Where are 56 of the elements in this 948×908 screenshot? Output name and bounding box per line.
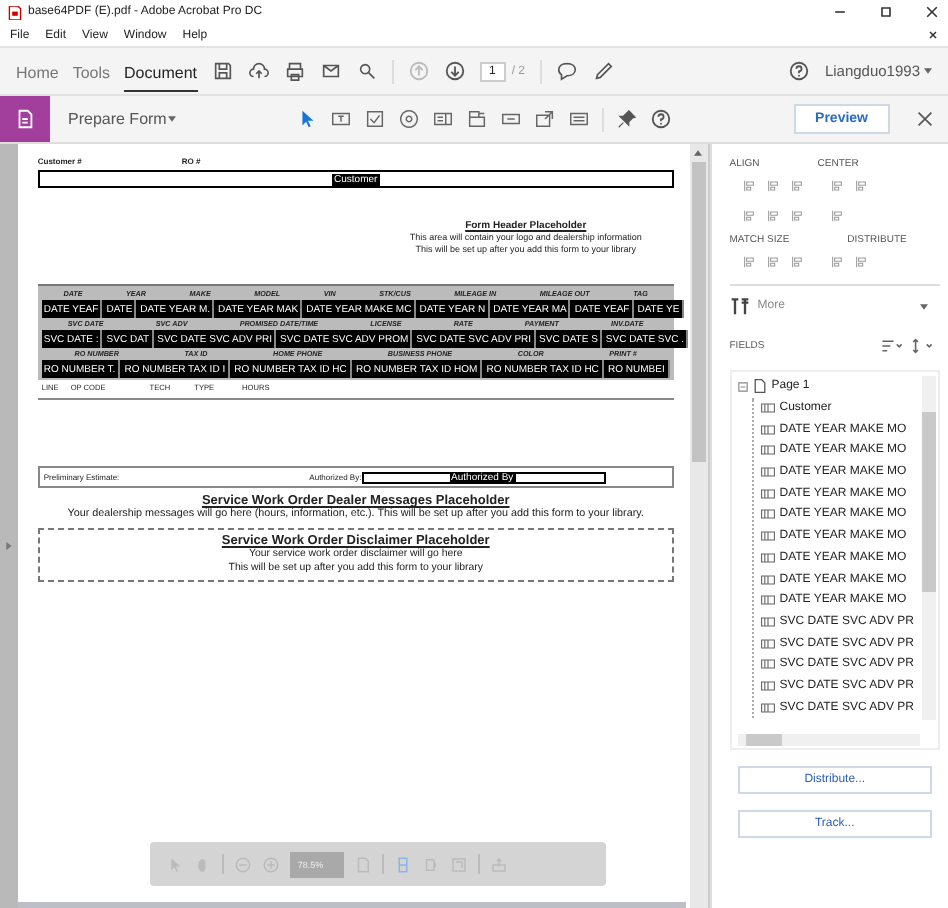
field-icon — [759, 485, 776, 502]
signature-field-icon[interactable] — [568, 108, 591, 130]
pin-icon[interactable] — [616, 108, 639, 130]
image-field-icon[interactable] — [534, 108, 557, 130]
caret-icon[interactable] — [924, 68, 932, 74]
caret-icon[interactable] — [168, 116, 177, 122]
field-icon — [759, 635, 776, 652]
dropdown-field-icon[interactable] — [466, 108, 489, 130]
radio-button-icon[interactable] — [398, 108, 421, 130]
field-icon — [759, 656, 776, 673]
list-box-icon[interactable] — [432, 108, 455, 130]
save-icon[interactable] — [211, 60, 233, 82]
checkbox-icon[interactable] — [364, 108, 387, 130]
caret-icon[interactable] — [920, 303, 928, 309]
sort-icon[interactable] — [880, 338, 904, 354]
text-field-icon[interactable] — [330, 108, 353, 130]
close-icon[interactable] — [924, 4, 940, 20]
page-icon — [751, 378, 768, 395]
pen-icon[interactable] — [591, 60, 614, 82]
field-icon — [759, 592, 776, 609]
scrollbar[interactable] — [689, 144, 710, 908]
scrollbar[interactable] — [737, 734, 920, 746]
prepare-form-menu[interactable]: Prepare Form — [68, 110, 167, 128]
field-icon — [759, 442, 776, 459]
cursor-icon[interactable] — [296, 108, 319, 130]
field-icon — [759, 549, 776, 566]
field-icon — [759, 613, 776, 630]
tab[interactable]: Tools — [72, 51, 111, 91]
prepare-form-icon[interactable] — [0, 96, 50, 142]
button-field-icon[interactable] — [500, 108, 523, 130]
tools-icon[interactable] — [729, 296, 750, 316]
sort-order-icon[interactable] — [910, 338, 934, 354]
field-icon — [759, 464, 776, 481]
printer-icon[interactable] — [283, 60, 305, 82]
maximize-icon[interactable] — [878, 4, 894, 20]
field-icon — [759, 421, 776, 438]
scrollbar[interactable] — [922, 376, 936, 720]
arrow-down-icon[interactable] — [443, 60, 465, 82]
cloud-upload-icon[interactable] — [247, 60, 269, 82]
field-icon — [759, 506, 776, 523]
tab[interactable]: Document — [124, 51, 197, 91]
search-icon[interactable] — [355, 60, 377, 82]
field-icon — [759, 528, 776, 545]
tab[interactable]: Home — [16, 51, 59, 91]
help-icon[interactable] — [788, 60, 811, 82]
help-icon[interactable] — [650, 108, 673, 130]
pdf-file-icon — [8, 5, 22, 19]
comment-icon[interactable] — [555, 60, 578, 82]
close-icon[interactable] — [928, 30, 938, 40]
field-icon — [759, 571, 776, 588]
field-icon — [759, 677, 776, 694]
field-icon — [759, 699, 776, 716]
field-icon — [759, 400, 776, 417]
close-icon[interactable] — [914, 108, 936, 130]
mail-icon[interactable] — [319, 60, 341, 82]
scroll-up-icon[interactable] — [694, 150, 703, 156]
